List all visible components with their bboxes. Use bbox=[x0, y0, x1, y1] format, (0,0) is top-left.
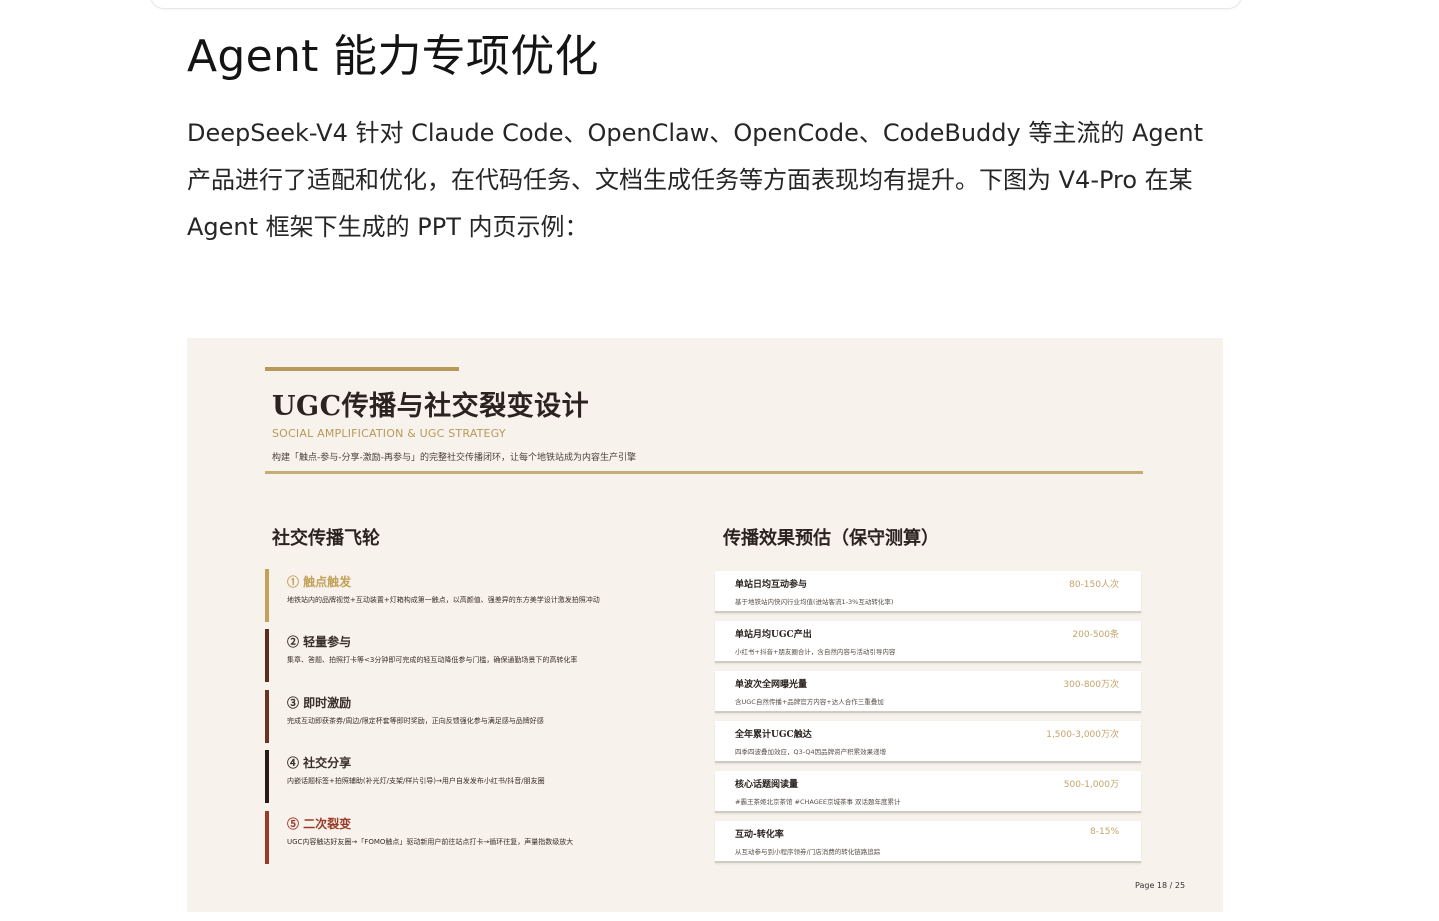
previous-card-edge bbox=[150, 0, 1242, 9]
flywheel-item-title: ④ 社交分享 bbox=[287, 756, 352, 770]
flywheel-item-title: ③ 即时激励 bbox=[287, 696, 352, 710]
metric-value: 200-500条 bbox=[1072, 630, 1119, 640]
flywheel-item: ⑤ 二次裂变 UGC内容触达好友圈→「FOMO触点」驱动新用户前往站点打卡→循环… bbox=[265, 811, 665, 864]
flywheel-bar bbox=[265, 629, 269, 682]
flywheel-item: ④ 社交分享 内嵌话题标签+拍照辅助(补光灯/支架/样片引导)→用户自发发布小红… bbox=[265, 750, 665, 803]
flywheel-bar bbox=[265, 569, 269, 622]
article-title: Agent 能力专项优化 bbox=[187, 31, 599, 82]
metric-value: 8-15% bbox=[1090, 827, 1119, 837]
flywheel-item: ① 触点触发 地铁站内的品牌视觉+互动装置+灯箱构成第一触点，以高颜值、强差异的… bbox=[265, 569, 665, 622]
flywheel-bar bbox=[265, 750, 269, 803]
metric-value: 300-800万次 bbox=[1063, 680, 1119, 690]
metric-desc: 基于地铁站内快闪行业均值(进站客流1-3%互动转化率) bbox=[735, 598, 894, 606]
slide-title: UGC传播与社交裂变设计 bbox=[272, 391, 590, 422]
metric-desc: 从互动参与到小程序领券/门店消费的转化链路追踪 bbox=[735, 848, 881, 856]
metrics-heading: 传播效果预估（保守测算） bbox=[723, 528, 939, 549]
flywheel-item-desc: 集章、答题、拍照打卡等<3分钟即可完成的轻互动降低参与门槛，确保通勤场景下的高转… bbox=[287, 656, 578, 664]
article-paragraph: DeepSeek-V4 针对 Claude Code、OpenClaw、Open… bbox=[187, 119, 1204, 241]
metric-desc: 四季四波叠加效应，Q3-Q4因品牌资产积累效果递增 bbox=[735, 748, 887, 756]
metric-card: 互动-转化率 8-15% 从互动参与到小程序领券/门店消费的转化链路追踪 bbox=[715, 821, 1141, 863]
metric-card: 核心话题阅读量 500-1,000万 #霸王茶姬北京茶馆 #CHAGEE京城茶事… bbox=[715, 771, 1141, 813]
flywheel-item-desc: 地铁站内的品牌视觉+互动装置+灯箱构成第一触点，以高颜值、强差异的东方美学设计激… bbox=[287, 596, 600, 604]
metric-label: 互动-转化率 bbox=[735, 830, 784, 840]
metric-card: 单站月均UGC产出 200-500条 小红书+抖音+朋友圈合计，含自然内容与活动… bbox=[715, 621, 1141, 663]
metric-value: 1,500-3,000万次 bbox=[1046, 730, 1119, 740]
slide-subtitle-en: SOCIAL AMPLIFICATION & UGC STRATEGY bbox=[272, 427, 506, 440]
metric-label: 单波次全网曝光量 bbox=[735, 680, 808, 690]
flywheel-item-title: ⑤ 二次裂变 bbox=[287, 817, 352, 831]
metric-desc: 小红书+抖音+朋友圈合计，含自然内容与活动引导内容 bbox=[735, 648, 896, 656]
ppt-slide-image: UGC传播与社交裂变设计 SOCIAL AMPLIFICATION & UGC … bbox=[187, 338, 1223, 912]
metric-value: 500-1,000万 bbox=[1063, 780, 1119, 790]
slide-divider bbox=[265, 471, 1143, 474]
metric-label: 核心话题阅读量 bbox=[735, 780, 799, 790]
flywheel-heading: 社交传播飞轮 bbox=[272, 528, 380, 549]
flywheel-bar bbox=[265, 690, 269, 743]
flywheel-item-desc: 内嵌话题标签+拍照辅助(补光灯/支架/样片引导)→用户自发发布小红书/抖音/朋友… bbox=[287, 777, 545, 785]
flywheel-item-title: ② 轻量参与 bbox=[287, 635, 352, 649]
slide-description: 构建「触点-参与-分享-激励-再参与」的完整社交传播闭环，让每个地铁站成为内容生… bbox=[272, 453, 636, 463]
metric-label: 单站月均UGC产出 bbox=[735, 630, 812, 640]
metric-card: 全年累计UGC触达 1,500-3,000万次 四季四波叠加效应，Q3-Q4因品… bbox=[715, 721, 1141, 763]
metric-desc: #霸王茶姬北京茶馆 #CHAGEE京城茶事 双话题年度累计 bbox=[735, 798, 901, 806]
slide-accent-bar bbox=[265, 367, 459, 371]
metric-label: 全年累计UGC触达 bbox=[735, 730, 812, 740]
flywheel-item: ② 轻量参与 集章、答题、拍照打卡等<3分钟即可完成的轻互动降低参与门槛，确保通… bbox=[265, 629, 665, 682]
slide-page-number: Page 18 / 25 bbox=[1135, 881, 1186, 890]
metric-card: 单波次全网曝光量 300-800万次 含UGC自然传播+品牌官方内容+达人合作三… bbox=[715, 671, 1141, 713]
flywheel-item-desc: 完成互动即获茶券/周边/限定杯套等即时奖励，正向反馈强化参与满足感与品牌好感 bbox=[287, 717, 544, 725]
flywheel-bar bbox=[265, 811, 269, 864]
metric-value: 80-150人次 bbox=[1069, 580, 1119, 590]
metric-label: 单站日均互动参与 bbox=[735, 580, 808, 590]
flywheel-item-desc: UGC内容触达好友圈→「FOMO触点」驱动新用户前往站点打卡→循环往复，声量指数… bbox=[287, 838, 574, 846]
metric-desc: 含UGC自然传播+品牌官方内容+达人合作三重叠加 bbox=[735, 698, 884, 706]
metric-card: 单站日均互动参与 80-150人次 基于地铁站内快闪行业均值(进站客流1-3%互… bbox=[715, 571, 1141, 613]
flywheel-item-title: ① 触点触发 bbox=[287, 575, 352, 589]
flywheel-item: ③ 即时激励 完成互动即获茶券/周边/限定杯套等即时奖励，正向反馈强化参与满足感… bbox=[265, 690, 665, 743]
